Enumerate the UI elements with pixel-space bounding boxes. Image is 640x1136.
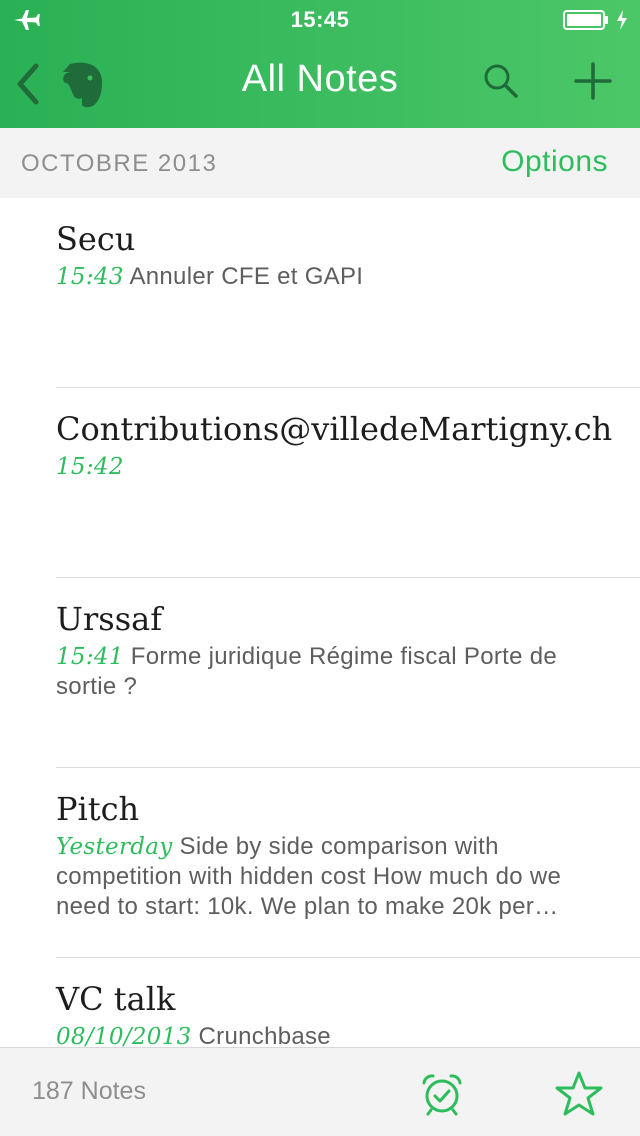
note-item[interactable]: Pitch Yesterday Side by side comparison … — [56, 768, 640, 958]
section-date: OCTOBRE 2013 — [21, 150, 218, 177]
note-item[interactable]: Secu 15:43 Annuler CFE et GAPI — [56, 198, 640, 388]
note-title: Secu — [56, 220, 136, 258]
status-bar: 15:45 — [0, 0, 640, 40]
note-timestamp: 15:42 — [56, 454, 124, 480]
note-preview: 15:43 Annuler CFE et GAPI — [56, 262, 618, 292]
charging-bolt-icon — [617, 10, 627, 30]
note-snippet: Annuler CFE et GAPI — [129, 263, 364, 290]
note-timestamp: Yesterday — [56, 834, 173, 860]
section-header: OCTOBRE 2013 Options — [0, 128, 640, 198]
note-item[interactable]: Urssaf 15:41 Forme juridique Régime fisc… — [56, 578, 640, 768]
note-preview: 08/10/2013 Crunchbase — [56, 1022, 618, 1048]
note-snippet: Forme juridique Régime fiscal Porte de s… — [56, 643, 558, 700]
note-title: VC talk — [56, 980, 176, 1018]
notes-list[interactable]: Secu 15:43 Annuler CFE et GAPI Contribut… — [0, 198, 640, 1048]
search-icon[interactable] — [482, 62, 520, 100]
plus-icon[interactable] — [574, 62, 612, 100]
note-timestamp: 08/10/2013 — [56, 1024, 192, 1048]
notes-count: 187 Notes — [32, 1077, 146, 1105]
note-preview: 15:41 Forme juridique Régime fiscal Port… — [56, 642, 618, 702]
bottom-toolbar: 187 Notes — [0, 1047, 640, 1136]
page-title: All Notes — [241, 58, 399, 100]
note-preview: 15:42 — [56, 452, 618, 482]
star-icon[interactable] — [554, 1070, 604, 1118]
note-title: Urssaf — [56, 600, 163, 638]
note-timestamp: 15:41 — [56, 644, 124, 670]
note-title: Pitch — [56, 790, 140, 828]
note-timestamp: 15:43 — [56, 264, 124, 290]
note-snippet: Crunchbase — [198, 1023, 331, 1048]
top-bar: 15:45 All Notes — [0, 0, 640, 128]
note-item[interactable]: VC talk 08/10/2013 Crunchbase — [56, 958, 640, 1048]
battery-icon — [563, 10, 608, 30]
reminder-alarm-icon[interactable] — [420, 1072, 464, 1116]
status-time: 15:45 — [290, 7, 350, 32]
note-title: Contributions@villedeMartigny.ch — [56, 410, 613, 448]
note-item[interactable]: Contributions@villedeMartigny.ch 15:42 — [56, 388, 640, 578]
options-button[interactable]: Options — [501, 145, 608, 179]
note-preview: Yesterday Side by side comparison with c… — [56, 832, 618, 922]
